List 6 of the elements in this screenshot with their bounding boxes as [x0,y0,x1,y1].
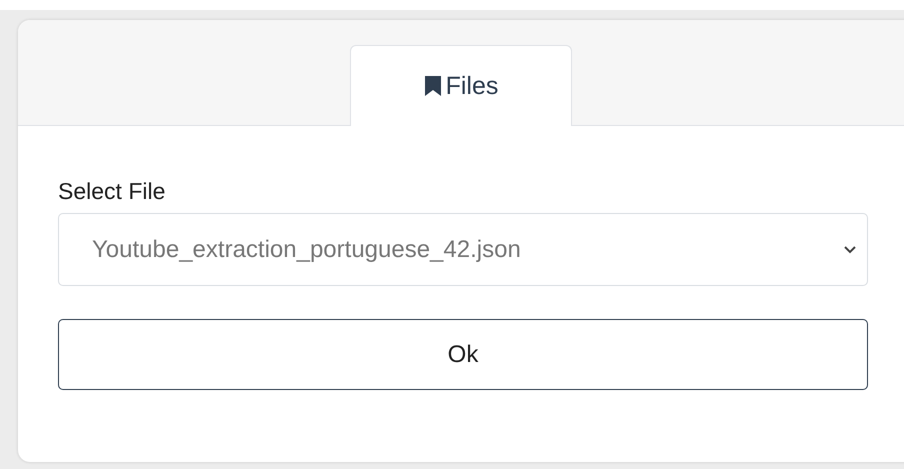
bookmark-icon [424,75,442,97]
chevron-down-icon [843,244,857,254]
field-label: Select File [58,178,166,205]
ok-button[interactable]: Ok [58,319,868,390]
files-tab[interactable]: Files [350,45,572,126]
file-select[interactable]: Youtube_extraction_portuguese_42.json [58,213,868,286]
